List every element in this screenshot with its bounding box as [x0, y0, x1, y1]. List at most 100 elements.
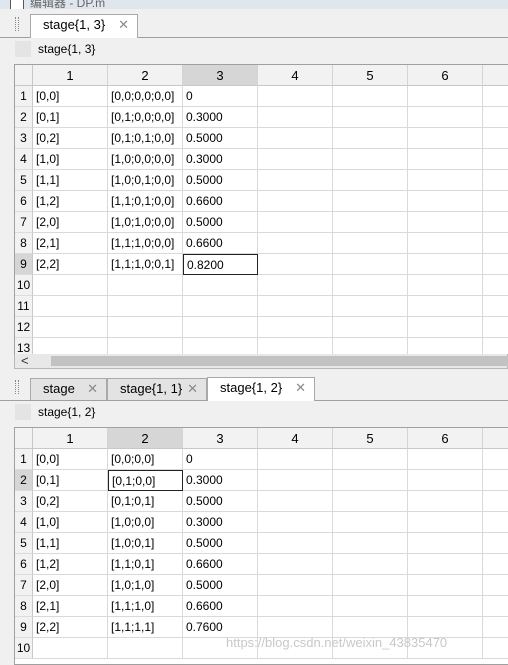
- table-cell[interactable]: [0,0;0,0]: [108, 449, 183, 470]
- table-cell[interactable]: [408, 533, 483, 554]
- table-cell[interactable]: [0,1;0,1]: [108, 491, 183, 512]
- row-header[interactable]: 10: [15, 638, 33, 659]
- table-cell[interactable]: [258, 254, 333, 275]
- table-cell[interactable]: [1,2]: [33, 191, 108, 212]
- close-icon[interactable]: ✕: [118, 15, 129, 35]
- table-cell[interactable]: 0.6600: [183, 596, 258, 617]
- table-cell[interactable]: [0,0]: [33, 449, 108, 470]
- row-header[interactable]: 3: [15, 128, 33, 149]
- drag-grip-icon[interactable]: [15, 380, 19, 394]
- row-header[interactable]: 5: [15, 533, 33, 554]
- table-cell[interactable]: [0,2]: [33, 491, 108, 512]
- table-cell[interactable]: [333, 107, 408, 128]
- table-cell[interactable]: [333, 128, 408, 149]
- table-cell[interactable]: [33, 275, 108, 296]
- column-header[interactable]: 5: [333, 428, 408, 449]
- close-icon[interactable]: ✕: [87, 379, 98, 399]
- table-cell[interactable]: [1,0;1,0]: [108, 575, 183, 596]
- table-cell[interactable]: [408, 233, 483, 254]
- table-cell[interactable]: [483, 149, 508, 170]
- table-cell[interactable]: [258, 470, 333, 491]
- table-cell[interactable]: [333, 575, 408, 596]
- table-cell[interactable]: [483, 254, 508, 275]
- table-cell[interactable]: [333, 470, 408, 491]
- table-cell[interactable]: [333, 191, 408, 212]
- table-cell[interactable]: [408, 512, 483, 533]
- table-cell[interactable]: [108, 296, 183, 317]
- table-cell[interactable]: [408, 296, 483, 317]
- table-cell[interactable]: [333, 449, 408, 470]
- column-header[interactable]: 3: [183, 65, 258, 86]
- table-cell[interactable]: [408, 491, 483, 512]
- table-cell[interactable]: [258, 533, 333, 554]
- row-header[interactable]: 2: [15, 107, 33, 128]
- table-cell[interactable]: [483, 107, 508, 128]
- table-cell[interactable]: [333, 233, 408, 254]
- table-cell[interactable]: [258, 575, 333, 596]
- selected-cell[interactable]: [0,1;0,0]: [108, 470, 183, 491]
- table-cell[interactable]: [483, 191, 508, 212]
- row-header[interactable]: 6: [15, 191, 33, 212]
- table-cell[interactable]: [0,0]: [33, 86, 108, 107]
- table-cell[interactable]: 0.3000: [183, 149, 258, 170]
- table-cell[interactable]: [258, 107, 333, 128]
- tab-stage[interactable]: stage ✕: [30, 378, 107, 400]
- table-cell[interactable]: [1,1;1,0;0,0]: [108, 233, 183, 254]
- grid-corner[interactable]: [15, 428, 33, 449]
- row-header[interactable]: 3: [15, 491, 33, 512]
- table-cell[interactable]: [258, 233, 333, 254]
- row-header[interactable]: 9: [15, 617, 33, 638]
- table-cell[interactable]: [258, 317, 333, 338]
- drag-grip-icon[interactable]: [15, 17, 19, 31]
- table-cell[interactable]: [333, 149, 408, 170]
- row-header[interactable]: 12: [15, 317, 33, 338]
- table-cell[interactable]: [483, 491, 508, 512]
- table-cell[interactable]: [1,1;1,0;0,1]: [108, 254, 183, 275]
- table-cell[interactable]: [333, 596, 408, 617]
- column-header[interactable]: 5: [333, 65, 408, 86]
- table-cell[interactable]: [1,0;0,0]: [108, 512, 183, 533]
- table-cell[interactable]: [258, 170, 333, 191]
- table-cell[interactable]: [333, 533, 408, 554]
- table-cell[interactable]: [258, 149, 333, 170]
- table-cell[interactable]: [0,1]: [33, 107, 108, 128]
- table-cell[interactable]: [0,1]: [33, 470, 108, 491]
- row-header[interactable]: 8: [15, 233, 33, 254]
- table-cell[interactable]: [483, 575, 508, 596]
- table-cell[interactable]: [483, 617, 508, 638]
- table-cell[interactable]: [483, 86, 508, 107]
- table-cell[interactable]: [258, 449, 333, 470]
- table-cell[interactable]: [0,1;0,1;0,0]: [108, 128, 183, 149]
- column-header[interactable]: 6: [408, 428, 483, 449]
- table-cell[interactable]: [333, 86, 408, 107]
- column-header[interactable]: 3: [183, 428, 258, 449]
- table-cell[interactable]: [483, 638, 508, 659]
- table-cell[interactable]: [2,2]: [33, 254, 108, 275]
- table-cell[interactable]: 0.5000: [183, 491, 258, 512]
- row-header[interactable]: 6: [15, 554, 33, 575]
- table-cell[interactable]: [0,2]: [33, 128, 108, 149]
- table-cell[interactable]: 0.5000: [183, 212, 258, 233]
- table-cell[interactable]: [258, 191, 333, 212]
- table-cell[interactable]: [333, 512, 408, 533]
- table-cell[interactable]: [2,0]: [33, 575, 108, 596]
- table-cell[interactable]: [408, 128, 483, 149]
- table-cell[interactable]: [0,0;0,0;0,0]: [108, 86, 183, 107]
- table-cell[interactable]: [108, 317, 183, 338]
- table-cell[interactable]: [183, 317, 258, 338]
- column-header[interactable]: 1: [33, 428, 108, 449]
- table-cell[interactable]: [408, 470, 483, 491]
- table-cell[interactable]: [258, 596, 333, 617]
- table-cell[interactable]: 0.6600: [183, 191, 258, 212]
- column-header[interactable]: 1: [33, 65, 108, 86]
- table-cell[interactable]: [483, 128, 508, 149]
- table-cell[interactable]: [1,0;0,0;0,0]: [108, 149, 183, 170]
- column-header-overflow[interactable]: [483, 428, 508, 449]
- horizontal-scrollbar[interactable]: <: [14, 353, 508, 369]
- row-header[interactable]: 5: [15, 170, 33, 191]
- table-cell[interactable]: [1,1]: [33, 533, 108, 554]
- table-cell[interactable]: [108, 638, 183, 659]
- bottom-data-grid[interactable]: 1 2 3 4 5 6 1 [0,0] [0,0;0,0] 0 2 [0,1] [0,1;0,0] 0.3…: [14, 427, 508, 665]
- table-cell[interactable]: [483, 170, 508, 191]
- table-cell[interactable]: [2,1]: [33, 596, 108, 617]
